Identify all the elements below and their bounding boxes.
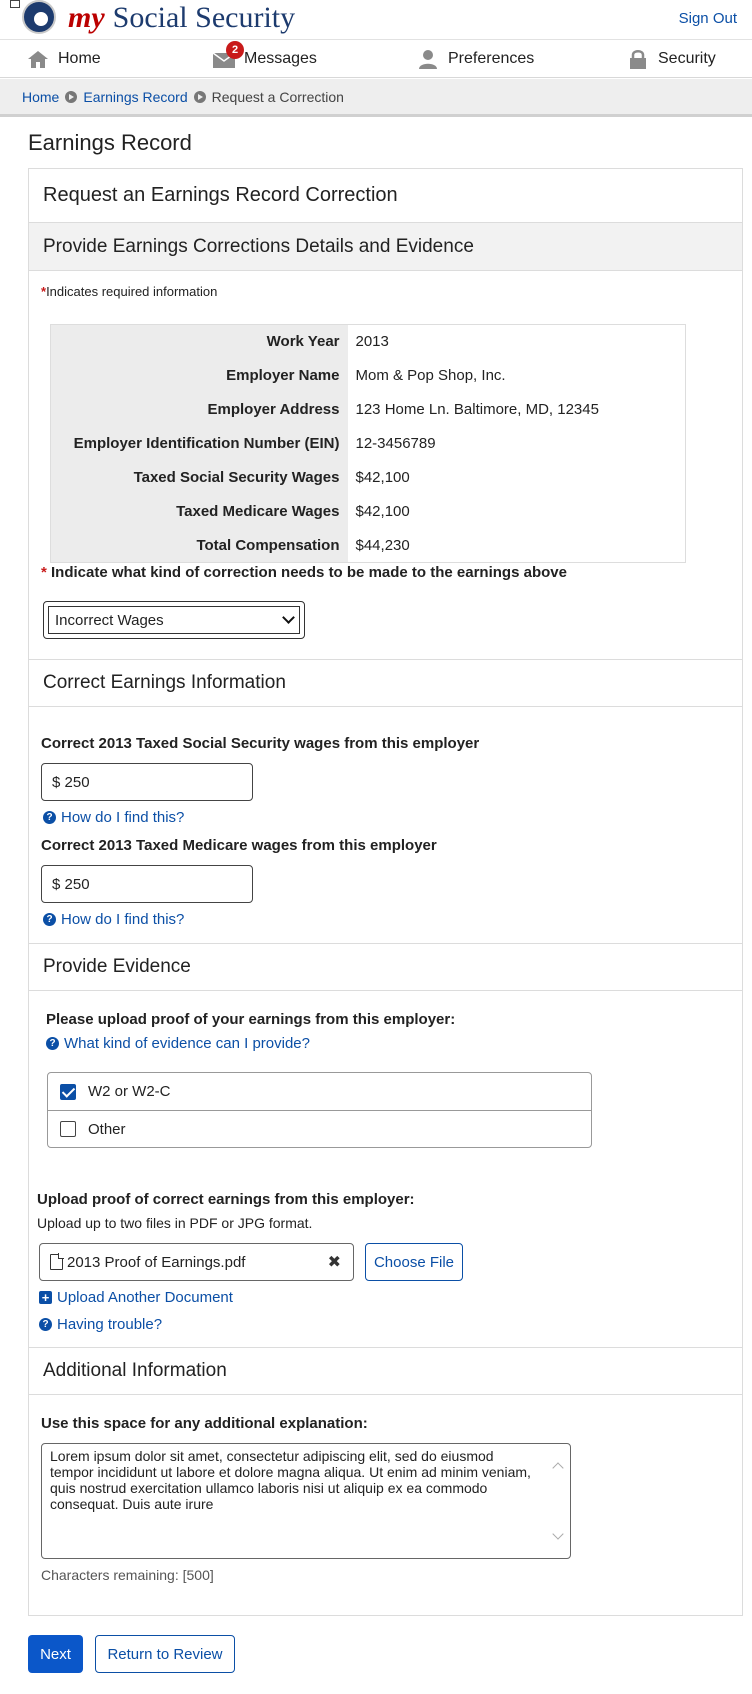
brand-name: Social Security [112, 1, 296, 34]
characters-remaining: Characters remaining: [500] [41, 1567, 214, 1583]
table-row: Employer Name Mom & Pop Shop, Inc. [50, 358, 686, 393]
table-row: Taxed Social Security Wages $42,100 [50, 460, 686, 495]
nav-home[interactable]: Home [26, 40, 101, 78]
upload-label: Upload proof of correct earnings from th… [37, 1191, 415, 1208]
next-button[interactable]: Next [28, 1635, 83, 1673]
table-row: Total Compensation $44,230 [50, 528, 686, 563]
document-icon [50, 1253, 64, 1270]
nav-messages-label: Messages [244, 50, 317, 67]
scroll-down-icon[interactable] [552, 1528, 564, 1540]
chevron-right-icon [65, 90, 78, 103]
ssa-seal-logo [22, 0, 56, 34]
ss-wages-label: Correct 2013 Taxed Social Security wages… [41, 735, 480, 752]
brand-title: my Social Security [68, 0, 295, 36]
plus-icon: + [39, 1291, 52, 1304]
checkbox-checked[interactable] [60, 1083, 76, 1100]
provide-evidence-heading: Provide Evidence [29, 943, 742, 991]
messages-count-badge: 2 [226, 41, 244, 59]
medicare-wages-input[interactable]: $ 250 [41, 865, 253, 903]
additional-explanation-label: Use this space for any additional explan… [41, 1415, 368, 1432]
evidence-prompt: Please upload proof of your earnings fro… [46, 1011, 456, 1028]
scroll-up-icon[interactable] [552, 1462, 564, 1474]
checkbox-unchecked[interactable] [60, 1121, 76, 1137]
table-row: Employer Address 123 Home Ln. Baltimore, … [50, 392, 686, 427]
nav-preferences[interactable]: Preferences [416, 40, 534, 78]
nav-messages[interactable]: 2 Messages [212, 40, 317, 78]
upload-description: Upload up to two files in PDF or JPG for… [37, 1215, 313, 1231]
correction-type-label: * Indicate what kind of correction needs… [41, 564, 567, 581]
remove-file-icon[interactable]: ✖ [328, 1252, 341, 1272]
additional-explanation-textarea[interactable]: Lorem ipsum dolor sit amet, consectetur … [41, 1443, 571, 1559]
card-subtitle: Provide Earnings Corrections Details and… [29, 223, 742, 271]
card-title: Request an Earnings Record Correction [29, 169, 742, 223]
ss-wages-help-link[interactable]: ? How do I find this? [43, 809, 184, 826]
evidence-options: W2 or W2-C Other [47, 1072, 592, 1148]
home-icon [28, 51, 48, 68]
breadcrumb-current: Request a Correction [211, 88, 344, 105]
uploaded-file-name: 2013 Proof of Earnings.pdf [67, 1253, 246, 1271]
envelope-icon: 2 [212, 41, 244, 69]
main-nav: Home 2 Messages Preferences Security [0, 40, 752, 78]
table-row: Work Year 2013 [50, 324, 686, 359]
choose-file-button[interactable]: Choose File [365, 1243, 463, 1281]
breadcrumb: Home Earnings Record Request a Correctio… [0, 79, 752, 117]
chevron-right-icon [193, 90, 206, 103]
earnings-details-table: Work Year 2013 Employer Name Mom & Pop Sho… [50, 324, 686, 563]
sign-out-link[interactable]: Sign Out [679, 10, 737, 27]
breadcrumb-earnings-record[interactable]: Earnings Record [83, 89, 187, 105]
lock-icon [630, 50, 646, 69]
ss-wages-input[interactable]: $ 250 [41, 763, 253, 801]
breadcrumb-home[interactable]: Home [22, 89, 59, 105]
medicare-wages-help-link[interactable]: ? How do I find this? [43, 911, 184, 928]
additional-info-heading: Additional Information [29, 1347, 742, 1395]
window-icon [10, 0, 20, 8]
page-title: Earnings Record [28, 130, 192, 155]
medicare-wages-label: Correct 2013 Taxed Medicare wages from t… [41, 837, 437, 854]
nav-preferences-label: Preferences [448, 50, 535, 67]
nav-home-label: Home [58, 50, 101, 67]
return-to-review-button[interactable]: Return to Review [95, 1635, 235, 1673]
correction-card: Request an Earnings Record Correction Pr… [28, 168, 743, 1616]
evidence-option-w2[interactable]: W2 or W2-C [48, 1073, 591, 1110]
table-row: Employer Identification Number (EIN) 12-3… [50, 426, 686, 461]
person-icon [419, 50, 437, 69]
top-bar: my Social Security Sign Out [0, 0, 752, 40]
required-note: *Indicates required information [41, 284, 218, 299]
question-circle-icon: ? [43, 913, 56, 926]
question-circle-icon: ? [46, 1037, 59, 1050]
correction-type-select[interactable]: Incorrect Wages [43, 601, 305, 639]
brand-my: my [68, 1, 105, 34]
having-trouble-link[interactable]: ? Having trouble? [39, 1316, 162, 1333]
nav-security-label: Security [658, 50, 716, 67]
correct-earnings-heading: Correct Earnings Information [29, 659, 742, 707]
question-circle-icon: ? [39, 1318, 52, 1331]
evidence-option-other[interactable]: Other [48, 1110, 591, 1147]
uploaded-file-field: 2013 Proof of Earnings.pdf ✖ [39, 1243, 354, 1281]
chevron-down-icon [282, 611, 295, 624]
nav-security[interactable]: Security [626, 40, 716, 78]
upload-another-link[interactable]: + Upload Another Document [39, 1289, 233, 1306]
correction-type-value: Incorrect Wages [55, 611, 164, 629]
evidence-help-link[interactable]: ? What kind of evidence can I provide? [46, 1035, 310, 1052]
question-circle-icon: ? [43, 811, 56, 824]
table-row: Taxed Medicare Wages $42,100 [50, 494, 686, 529]
